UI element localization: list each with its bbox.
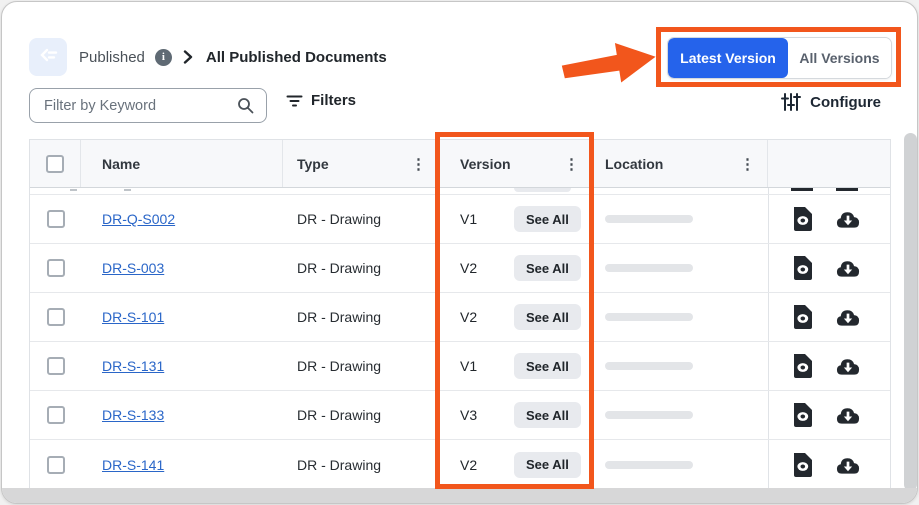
file-preview-icon[interactable]	[789, 452, 815, 478]
cloud-download-icon[interactable]	[835, 353, 861, 379]
column-header-version[interactable]: Version	[460, 156, 511, 172]
see-all-button[interactable]: See All	[514, 353, 581, 379]
document-name-link[interactable]: DR-S-141	[102, 457, 164, 473]
published-documents-window: Published i All Published Documents Late…	[1, 1, 918, 504]
keyword-filter-field	[29, 88, 267, 123]
filter-lines-icon	[286, 94, 303, 108]
orange-arrow-annotation	[560, 34, 660, 97]
documents-table: Name Type ⋮ Version ⋮ Location ⋮ DR-Q-S002 …	[29, 139, 891, 490]
configure-label: Configure	[810, 94, 881, 111]
cloud-download-icon[interactable]	[835, 206, 861, 232]
kebab-menu-icon[interactable]: ⋮	[736, 153, 759, 175]
filters-label: Filters	[311, 92, 356, 109]
column-header-location[interactable]: Location	[605, 156, 663, 172]
page-title: All Published Documents	[206, 49, 387, 66]
document-type: DR - Drawing	[297, 407, 381, 423]
row-checkbox[interactable]	[47, 259, 65, 277]
see-all-button[interactable]: See All	[514, 206, 581, 232]
cloud-download-icon[interactable]	[835, 452, 861, 478]
see-all-button[interactable]: See All	[514, 304, 581, 330]
file-preview-icon[interactable]	[789, 402, 815, 428]
kebab-menu-icon[interactable]: ⋮	[560, 153, 583, 175]
table-row: DR-S-101 DR - Drawing V2 See All	[30, 293, 890, 342]
version-value: V1	[460, 358, 493, 374]
document-name-link[interactable]: DR-S-131	[102, 358, 164, 374]
document-name-link[interactable]: DR-S-003	[102, 260, 164, 276]
location-placeholder-bar	[605, 215, 693, 223]
version-value: V2	[460, 457, 493, 473]
location-placeholder-bar	[605, 264, 693, 272]
chevron-right-icon	[182, 50, 194, 64]
cloud-download-icon[interactable]	[835, 304, 861, 330]
version-value: V2	[460, 260, 493, 276]
partial-row	[30, 188, 890, 195]
version-value: V3	[460, 407, 493, 423]
column-header-name[interactable]: Name	[102, 156, 140, 172]
search-icon[interactable]	[237, 97, 254, 114]
table-row: DR-S-141 DR - Drawing V2 See All	[30, 440, 890, 489]
see-all-button[interactable]: See All	[514, 255, 581, 281]
info-icon[interactable]: i	[155, 49, 172, 66]
see-all-button[interactable]: See All	[514, 452, 581, 478]
version-toggle: Latest Version All Versions	[667, 37, 892, 79]
location-placeholder-bar	[605, 313, 693, 321]
column-header-actions	[768, 140, 890, 187]
panel-collapse-left-icon	[37, 44, 59, 71]
cloud-download-icon[interactable]	[835, 255, 861, 281]
document-name-link[interactable]: DR-S-133	[102, 407, 164, 423]
version-value: V1	[460, 211, 493, 227]
table-body: DR-Q-S002 DR - Drawing V1 See All	[30, 195, 890, 489]
file-preview-icon[interactable]	[789, 304, 815, 330]
kebab-menu-icon[interactable]: ⋮	[407, 153, 430, 175]
latest-version-button[interactable]: Latest Version	[668, 38, 788, 78]
row-checkbox[interactable]	[47, 456, 65, 474]
document-name-link[interactable]: DR-Q-S002	[102, 211, 175, 227]
row-checkbox[interactable]	[47, 406, 65, 424]
row-checkbox[interactable]	[47, 210, 65, 228]
horizontal-scrollbar[interactable]	[2, 488, 917, 503]
breadcrumb-section[interactable]: Published	[79, 49, 145, 66]
location-placeholder-bar	[605, 461, 693, 469]
table-header-row: Name Type ⋮ Version ⋮ Location ⋮	[30, 140, 890, 188]
document-type: DR - Drawing	[297, 309, 381, 325]
table-row: DR-S-133 DR - Drawing V3 See All	[30, 391, 890, 440]
select-all-checkbox[interactable]	[46, 155, 64, 173]
row-checkbox[interactable]	[47, 357, 65, 375]
row-checkbox[interactable]	[47, 308, 65, 326]
file-preview-icon[interactable]	[789, 353, 815, 379]
table-row: DR-Q-S002 DR - Drawing V1 See All	[30, 195, 890, 244]
vertical-scrollbar[interactable]	[904, 133, 917, 491]
filters-button[interactable]: Filters	[286, 92, 356, 109]
location-placeholder-bar	[605, 362, 693, 370]
table-row: DR-S-131 DR - Drawing V1 See All	[30, 342, 890, 391]
column-header-type[interactable]: Type	[297, 156, 329, 172]
document-type: DR - Drawing	[297, 211, 381, 227]
see-all-button[interactable]: See All	[514, 402, 581, 428]
collapse-panel-button[interactable]	[29, 38, 67, 76]
version-value: V2	[460, 309, 493, 325]
sliders-icon	[781, 92, 801, 112]
location-placeholder-bar	[605, 411, 693, 419]
document-type: DR - Drawing	[297, 260, 381, 276]
file-preview-icon[interactable]	[789, 255, 815, 281]
document-name-link[interactable]: DR-S-101	[102, 309, 164, 325]
breadcrumb: Published i All Published Documents	[29, 38, 387, 76]
document-type: DR - Drawing	[297, 358, 381, 374]
cloud-download-icon[interactable]	[835, 402, 861, 428]
all-versions-button[interactable]: All Versions	[788, 38, 891, 78]
table-row: DR-S-003 DR - Drawing V2 See All	[30, 244, 890, 293]
file-preview-icon[interactable]	[789, 206, 815, 232]
search-input[interactable]	[42, 97, 237, 115]
configure-button[interactable]: Configure	[781, 92, 881, 112]
document-type: DR - Drawing	[297, 457, 381, 473]
